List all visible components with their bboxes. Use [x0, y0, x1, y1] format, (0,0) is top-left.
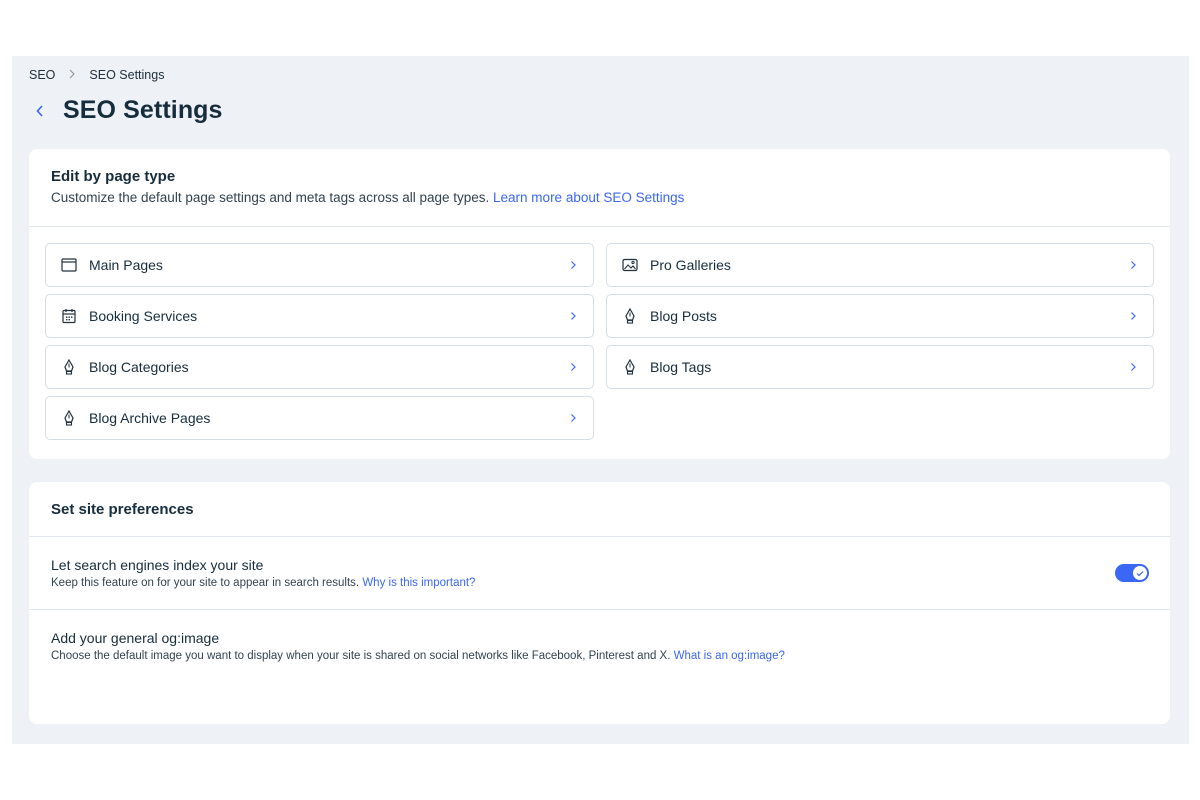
- breadcrumb: SEO SEO Settings: [29, 68, 164, 82]
- breadcrumb-separator-icon: [68, 68, 76, 82]
- chevron-right-icon: [1130, 260, 1137, 270]
- prefs-card-header: Set site preferences: [29, 482, 1170, 537]
- index-site-toggle[interactable]: [1115, 564, 1149, 582]
- index-site-row: Let search engines index your site Keep …: [29, 537, 1170, 610]
- site-preferences-card: Set site preferences Let search engines …: [29, 482, 1170, 724]
- edit-section-description: Customize the default page settings and …: [51, 190, 685, 205]
- page-type-label: Blog Archive Pages: [89, 410, 211, 426]
- breadcrumb-current: SEO Settings: [89, 68, 165, 82]
- chevron-left-icon: [36, 104, 43, 117]
- prefs-section-title: Set site preferences: [51, 501, 194, 518]
- why-important-link[interactable]: Why is this important?: [362, 577, 475, 589]
- page-type-grid: Main Pages Pro Galleries Booking Service…: [45, 243, 1154, 440]
- chevron-right-icon: [570, 260, 577, 270]
- chevron-right-icon: [570, 362, 577, 372]
- check-icon: [1136, 570, 1144, 576]
- edit-section-title: Edit by page type: [51, 168, 176, 185]
- page-type-blog-categories[interactable]: Blog Categories: [45, 345, 594, 389]
- edit-by-page-type-card: Edit by page type Customize the default …: [29, 149, 1170, 459]
- page-type-label: Booking Services: [89, 308, 198, 324]
- breadcrumb-root[interactable]: SEO: [29, 68, 55, 82]
- pen-nib-icon: [621, 307, 639, 325]
- pen-nib-icon: [621, 358, 639, 376]
- learn-more-link[interactable]: Learn more about SEO Settings: [493, 190, 684, 205]
- toggle-knob: [1133, 566, 1147, 580]
- page-type-pro-galleries[interactable]: Pro Galleries: [606, 243, 1154, 287]
- title-row: SEO Settings: [29, 96, 223, 125]
- page-type-label: Pro Galleries: [650, 257, 731, 273]
- index-site-description: Keep this feature on for your site to ap…: [51, 577, 476, 589]
- pen-nib-icon: [60, 409, 78, 427]
- gallery-icon: [621, 256, 639, 274]
- pen-nib-icon: [60, 358, 78, 376]
- settings-stage: SEO SEO Settings SEO Settings Edit by pa…: [12, 56, 1189, 744]
- chevron-right-icon: [570, 413, 577, 423]
- chevron-right-icon: [1130, 311, 1137, 321]
- page-type-main-pages[interactable]: Main Pages: [45, 243, 594, 287]
- page-type-blog-posts[interactable]: Blog Posts: [606, 294, 1154, 338]
- page-type-label: Blog Tags: [650, 359, 712, 375]
- page-icon: [60, 256, 78, 274]
- og-image-row: Add your general og:image Choose the def…: [29, 610, 1170, 662]
- calendar-icon: [60, 307, 78, 325]
- page-type-blog-tags[interactable]: Blog Tags: [606, 345, 1154, 389]
- og-image-description: Choose the default image you want to dis…: [51, 650, 785, 662]
- page-type-label: Main Pages: [89, 257, 163, 273]
- page-type-label: Blog Categories: [89, 359, 189, 375]
- index-site-title: Let search engines index your site: [51, 557, 264, 573]
- chevron-right-icon: [1130, 362, 1137, 372]
- page-type-label: Blog Posts: [650, 308, 717, 324]
- chevron-right-icon: [570, 311, 577, 321]
- og-image-title: Add your general og:image: [51, 630, 220, 646]
- what-is-og-image-link[interactable]: What is an og:image?: [674, 650, 785, 662]
- page-type-blog-archive-pages[interactable]: Blog Archive Pages: [45, 396, 594, 440]
- page-title: SEO Settings: [63, 96, 223, 124]
- back-button[interactable]: [29, 97, 51, 125]
- edit-card-header: Edit by page type Customize the default …: [29, 149, 1170, 227]
- page-type-booking-services[interactable]: Booking Services: [45, 294, 594, 338]
